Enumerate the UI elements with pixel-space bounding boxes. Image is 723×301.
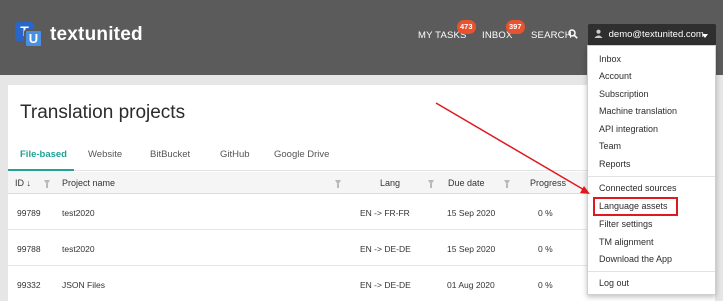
search-link[interactable]: SEARCH	[531, 30, 572, 41]
column-header-project-name[interactable]: Project name	[62, 178, 115, 188]
menu-item-subscription[interactable]: Subscription	[599, 89, 649, 99]
project-progress: 0 %	[538, 280, 553, 290]
menu-item-reports[interactable]: Reports	[599, 159, 631, 169]
menu-item-machine-translation[interactable]: Machine translation	[599, 106, 677, 116]
search-icon[interactable]	[568, 29, 578, 39]
brand-name: textunited	[50, 24, 143, 45]
project-lang: EN -> DE-DE	[360, 280, 411, 290]
menu-item-api-integration[interactable]: API integration	[599, 124, 658, 134]
menu-item-download-the-app[interactable]: Download the App	[599, 254, 672, 264]
filter-icon[interactable]	[44, 180, 50, 188]
user-dropdown-menu: Inbox Account Subscription Machine trans…	[587, 45, 716, 295]
tab-file-based[interactable]: File-based	[20, 149, 67, 160]
filter-icon[interactable]	[428, 180, 434, 188]
menu-divider	[588, 271, 715, 272]
chevron-down-icon	[702, 34, 708, 38]
active-tab-indicator	[8, 169, 74, 171]
menu-item-language-assets[interactable]: Language assets	[599, 201, 668, 211]
project-name[interactable]: JSON Files	[62, 280, 105, 290]
tab-website[interactable]: Website	[88, 149, 122, 160]
menu-item-account[interactable]: Account	[599, 71, 632, 81]
project-id: 99332	[17, 280, 41, 290]
column-header-id[interactable]: ID ↓	[15, 178, 31, 188]
logo-letter-u: U	[24, 29, 43, 48]
my-tasks-count-badge: 473	[457, 20, 476, 34]
menu-item-tm-alignment[interactable]: TM alignment	[599, 237, 654, 247]
project-id: 99788	[17, 244, 41, 254]
project-due-date: 15 Sep 2020	[447, 208, 496, 218]
project-name[interactable]: test2020	[62, 244, 95, 254]
menu-item-team[interactable]: Team	[599, 141, 621, 151]
sort-arrow-icon: ↓	[26, 178, 32, 188]
column-header-lang[interactable]: Lang	[380, 178, 400, 188]
menu-item-inbox[interactable]: Inbox	[599, 54, 621, 64]
menu-item-connected-sources[interactable]: Connected sources	[599, 183, 677, 193]
logo-icon: T U	[15, 22, 43, 48]
user-menu-button[interactable]: demo@textunited.com	[588, 24, 716, 46]
column-header-due-date[interactable]: Due date	[448, 178, 485, 188]
project-lang: EN -> FR-FR	[360, 208, 410, 218]
page-title: Translation projects	[20, 102, 186, 123]
menu-item-log-out[interactable]: Log out	[599, 278, 629, 288]
inbox-count-badge: 397	[506, 20, 525, 34]
column-header-progress[interactable]: Progress	[530, 178, 566, 188]
filter-icon[interactable]	[335, 180, 341, 188]
project-name[interactable]: test2020	[62, 208, 95, 218]
project-progress: 0 %	[538, 244, 553, 254]
user-icon	[594, 29, 603, 38]
project-due-date: 01 Aug 2020	[447, 280, 495, 290]
menu-item-filter-settings[interactable]: Filter settings	[599, 219, 653, 229]
user-email: demo@textunited.com	[608, 29, 704, 40]
menu-divider	[588, 176, 715, 177]
project-id: 99789	[17, 208, 41, 218]
tab-bitbucket[interactable]: BitBucket	[150, 149, 190, 160]
project-due-date: 15 Sep 2020	[447, 244, 496, 254]
project-progress: 0 %	[538, 208, 553, 218]
project-lang: EN -> DE-DE	[360, 244, 411, 254]
tab-github[interactable]: GitHub	[220, 149, 250, 160]
tab-google-drive[interactable]: Google Drive	[274, 149, 329, 160]
filter-icon[interactable]	[504, 180, 510, 188]
textunited-logo[interactable]: T U textunited	[15, 22, 143, 48]
